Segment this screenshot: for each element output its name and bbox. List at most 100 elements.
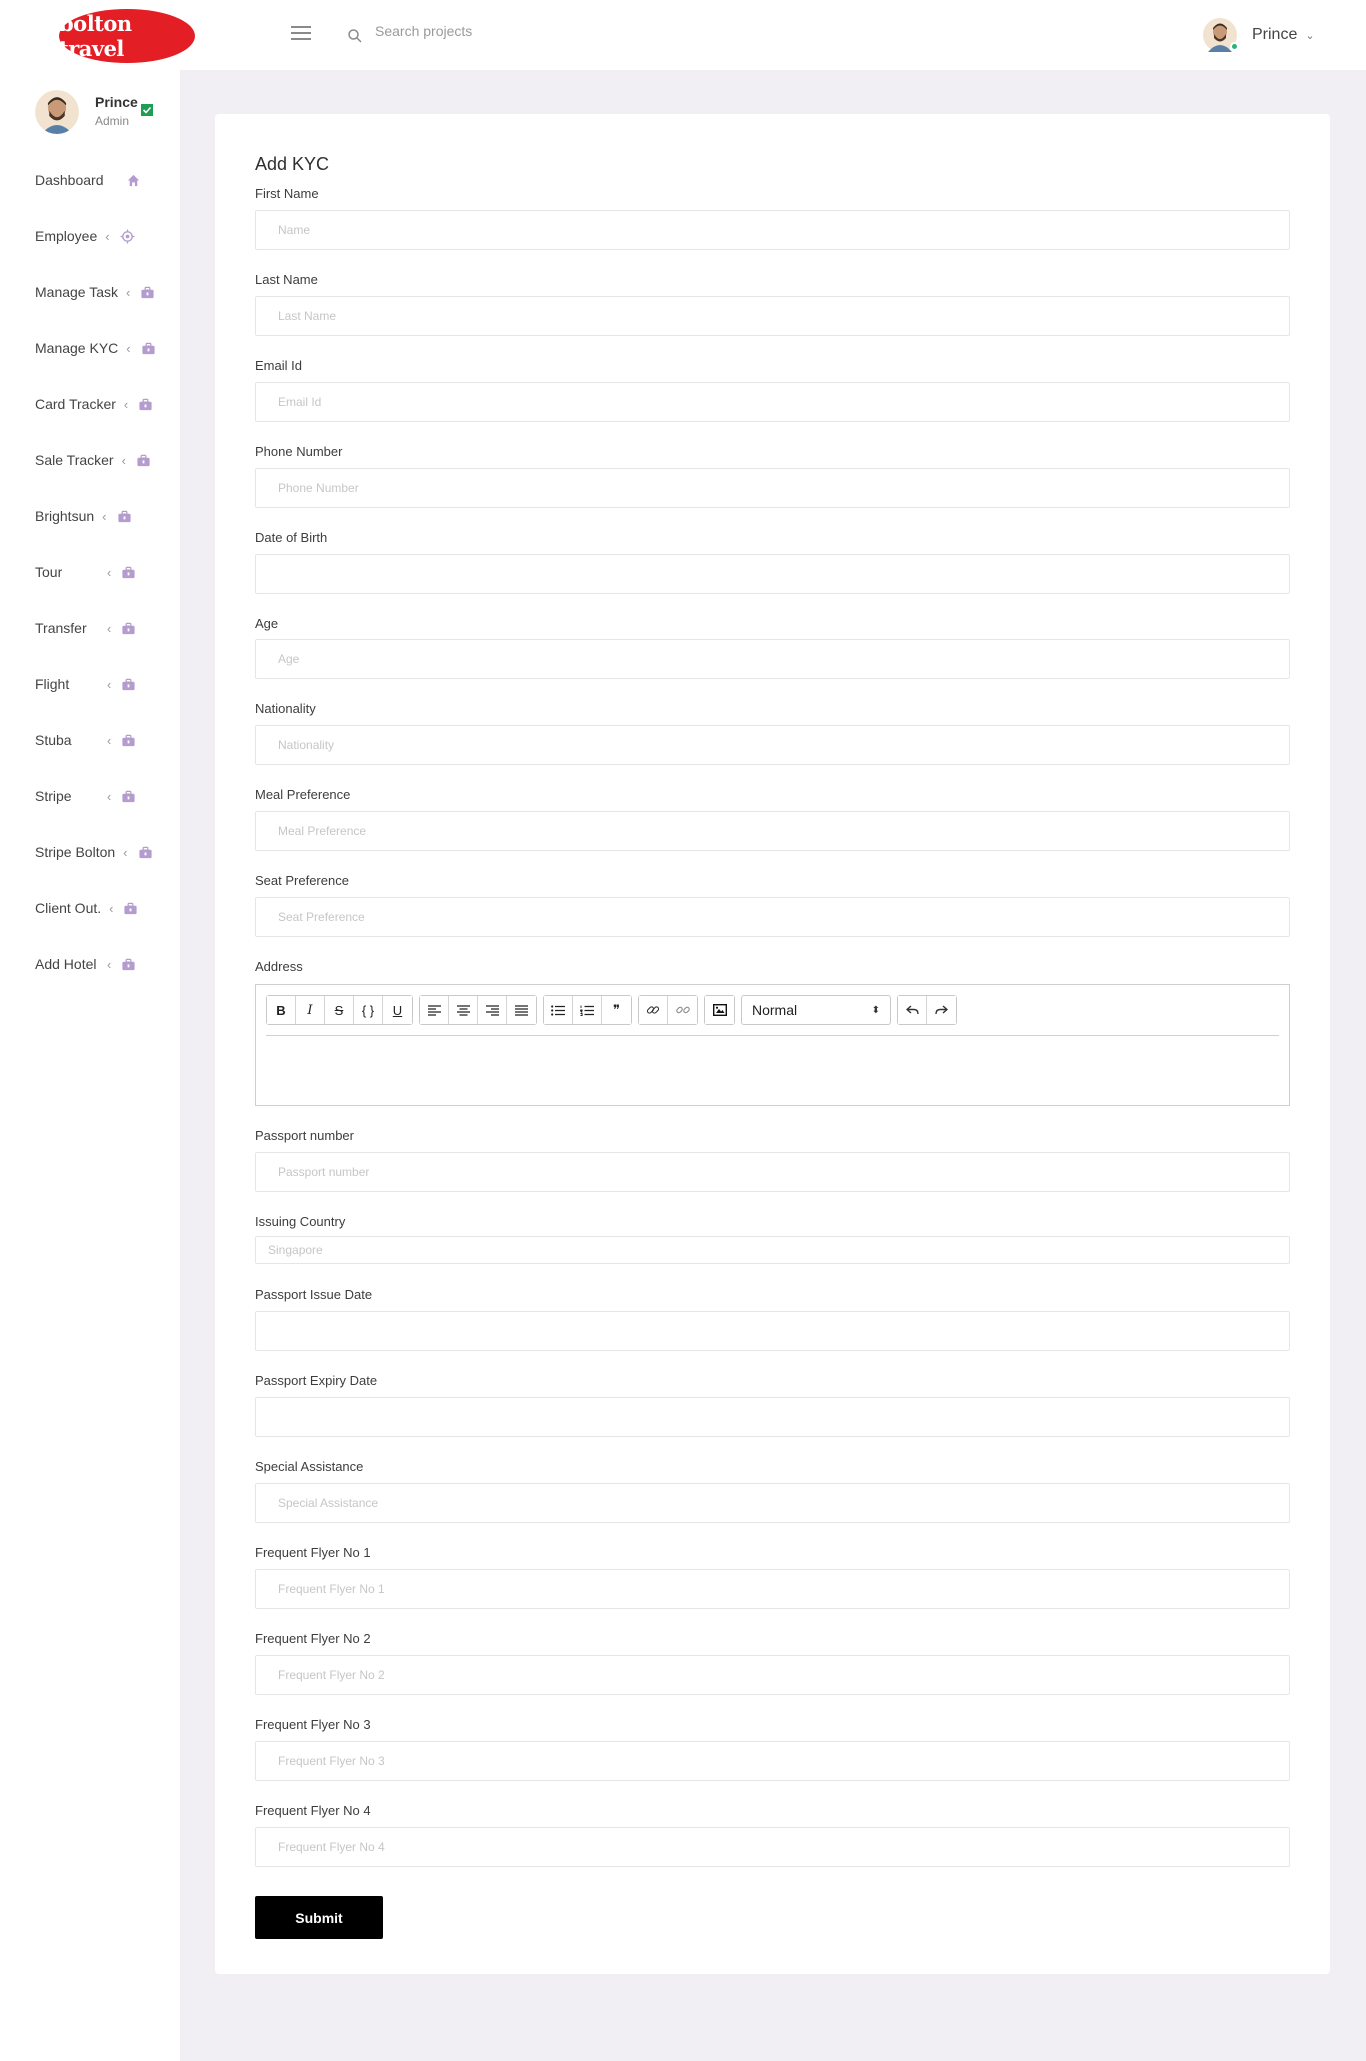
- chevron-left-icon: ‹: [107, 676, 112, 692]
- email-input[interactable]: [255, 382, 1290, 422]
- logo-text: bolton travel: [59, 11, 132, 61]
- sidebar-item-dashboard[interactable]: Dashboard: [35, 172, 141, 188]
- chevron-left-icon: ‹: [107, 564, 112, 580]
- bold-button[interactable]: B: [267, 996, 296, 1024]
- passport-number-input[interactable]: [255, 1152, 1290, 1192]
- chevron-left-icon: ‹: [107, 956, 112, 972]
- profile-role: Admin: [95, 114, 130, 128]
- meal-preference-label: Meal Preference: [255, 787, 351, 802]
- align-center-button[interactable]: [449, 996, 478, 1024]
- sidebar-item-add-hotel[interactable]: Add Hotel ‹: [35, 956, 136, 972]
- user-menu[interactable]: Prince ⌄: [1203, 18, 1315, 52]
- special-assistance-label: Special Assistance: [255, 1459, 364, 1474]
- italic-button[interactable]: I: [296, 996, 325, 1024]
- bullet-list-icon: [551, 1004, 565, 1016]
- sidebar-item-manage-kyc[interactable]: Manage KYC ‹: [35, 340, 156, 356]
- numbered-list-button[interactable]: [573, 996, 602, 1024]
- seat-preference-input[interactable]: [255, 897, 1290, 937]
- sidebar-item-stuba[interactable]: Stuba ‹: [35, 732, 136, 748]
- brand-logo[interactable]: bolton travel: [59, 9, 195, 63]
- link-button[interactable]: [639, 996, 668, 1024]
- briefcase-icon: [142, 342, 155, 354]
- editor-toolbar: B I S { } U ❞ Normal ⬍: [266, 995, 963, 1025]
- editor-divider: [266, 1035, 1279, 1036]
- issuing-country-label: Issuing Country: [255, 1214, 346, 1229]
- frequent-flyer-4-input[interactable]: [255, 1827, 1290, 1867]
- briefcase-icon: [141, 286, 154, 298]
- phone-input[interactable]: [255, 468, 1290, 508]
- sidebar-item-stripe[interactable]: Stripe ‹: [35, 788, 136, 804]
- sidebar-item-label: Sale Tracker: [35, 452, 114, 468]
- dob-input[interactable]: [255, 554, 1290, 594]
- briefcase-icon: [137, 454, 150, 466]
- sidebar-item-sale-tracker[interactable]: Sale Tracker ‹: [35, 452, 151, 468]
- undo-button[interactable]: [898, 996, 927, 1024]
- sidebar-item-label: Manage KYC: [35, 340, 119, 356]
- frequent-flyer-2-input[interactable]: [255, 1655, 1290, 1695]
- search-icon: [348, 29, 362, 43]
- passport-issue-date-input[interactable]: [255, 1311, 1290, 1351]
- sidebar-item-stripe-bolton[interactable]: Stripe Bolton ‹: [35, 844, 153, 860]
- kyc-form-card: Add KYC First Name Last Name Email Id Ph…: [215, 114, 1330, 1974]
- chevron-left-icon: ‹: [126, 284, 131, 300]
- chevron-down-icon: ⌄: [1305, 29, 1315, 42]
- passport-expiry-date-label: Passport Expiry Date: [255, 1373, 378, 1388]
- sidebar-item-transfer[interactable]: Transfer ‹: [35, 620, 136, 636]
- text-format-select[interactable]: Normal ⬍: [741, 995, 891, 1025]
- sidebar-item-label: Manage Task: [35, 284, 119, 300]
- briefcase-icon: [122, 958, 135, 970]
- last-name-input[interactable]: [255, 296, 1290, 336]
- briefcase-icon: [139, 398, 152, 410]
- last-name-label: Last Name: [255, 272, 318, 287]
- seat-preference-label: Seat Preference: [255, 873, 349, 888]
- sidebar-item-label: Stripe: [35, 788, 72, 804]
- unlink-button[interactable]: [668, 996, 697, 1024]
- sidebar-item-employee[interactable]: Employee ‹: [35, 228, 135, 244]
- sidebar-item-tour[interactable]: Tour ‹: [35, 564, 136, 580]
- passport-expiry-date-input[interactable]: [255, 1397, 1290, 1437]
- chevron-left-icon: ‹: [102, 508, 107, 524]
- sidebar-item-manage-task[interactable]: Manage Task ‹: [35, 284, 155, 300]
- first-name-input[interactable]: [255, 210, 1290, 250]
- strikethrough-button[interactable]: S: [325, 996, 354, 1024]
- sidebar-item-flight[interactable]: Flight ‹: [35, 676, 136, 692]
- blockquote-button[interactable]: ❞: [602, 996, 631, 1024]
- sidebar-item-label: Stuba: [35, 732, 72, 748]
- align-right-button[interactable]: [478, 996, 507, 1024]
- code-button[interactable]: { }: [354, 996, 383, 1024]
- chevron-left-icon: ‹: [121, 452, 126, 468]
- menu-toggle-icon[interactable]: [291, 26, 311, 42]
- issuing-country-input[interactable]: [255, 1236, 1290, 1264]
- submit-button[interactable]: Submit: [255, 1896, 383, 1939]
- align-center-icon: [456, 1004, 470, 1016]
- underline-button[interactable]: U: [383, 996, 412, 1024]
- align-left-button[interactable]: [420, 996, 449, 1024]
- redo-button[interactable]: [927, 996, 956, 1024]
- numbered-list-icon: [580, 1005, 594, 1016]
- profile-avatar: [35, 90, 79, 134]
- frequent-flyer-3-input[interactable]: [255, 1741, 1290, 1781]
- image-button[interactable]: [705, 996, 734, 1024]
- frequent-flyer-1-input[interactable]: [255, 1569, 1290, 1609]
- frequent-flyer-1-label: Frequent Flyer No 1: [255, 1545, 371, 1560]
- avatar: [1203, 18, 1239, 52]
- briefcase-icon: [124, 902, 138, 914]
- chevron-left-icon: ‹: [107, 788, 112, 804]
- align-justify-button[interactable]: [507, 996, 536, 1024]
- link-icon: [646, 1006, 660, 1014]
- special-assistance-input[interactable]: [255, 1483, 1290, 1523]
- meal-preference-input[interactable]: [255, 811, 1290, 851]
- address-text-area[interactable]: [266, 1037, 1279, 1101]
- verified-badge-icon: [141, 104, 153, 116]
- bullet-list-button[interactable]: [544, 996, 573, 1024]
- sidebar-item-card-tracker[interactable]: Card Tracker ‹: [35, 396, 153, 412]
- address-editor: B I S { } U ❞ Normal ⬍: [255, 984, 1290, 1106]
- age-input[interactable]: [255, 639, 1290, 679]
- sidebar: Prince Admin Dashboard Employee ‹ Manage…: [0, 70, 180, 2061]
- nationality-input[interactable]: [255, 725, 1290, 765]
- search-input[interactable]: [375, 18, 675, 44]
- sidebar-item-label: Stripe Bolton: [35, 844, 116, 860]
- sidebar-item-brightsun[interactable]: Brightsun ‹: [35, 508, 132, 524]
- sidebar-item-client-out[interactable]: Client Out. ‹: [35, 900, 138, 916]
- phone-label: Phone Number: [255, 444, 343, 459]
